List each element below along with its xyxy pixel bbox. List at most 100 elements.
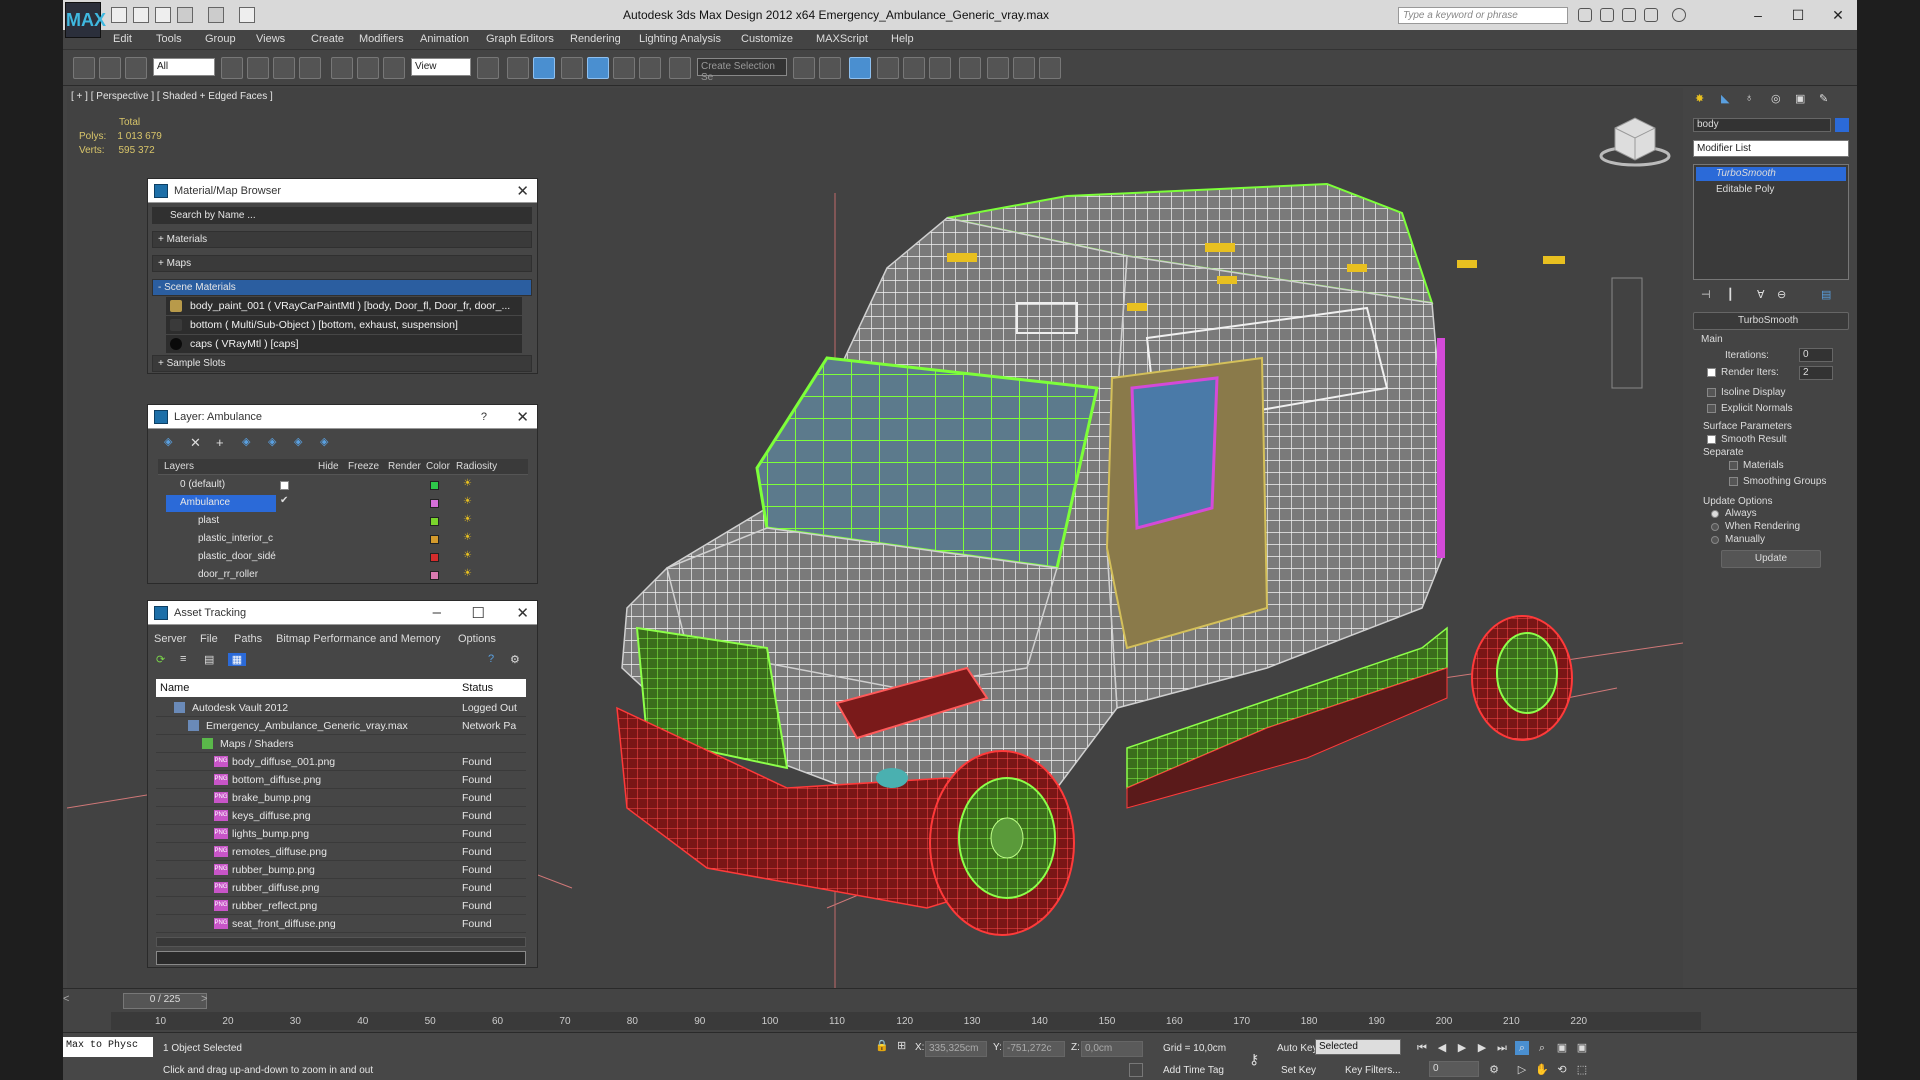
mirror-icon[interactable] bbox=[793, 57, 815, 79]
col-hide[interactable]: Hide bbox=[318, 461, 339, 472]
modifier-list-dropdown[interactable]: Modifier List bbox=[1693, 140, 1849, 157]
curve-editor-icon[interactable] bbox=[903, 57, 925, 79]
add-to-layer-icon[interactable]: + bbox=[216, 435, 224, 450]
prev-frame-arrow-icon[interactable]: < bbox=[63, 993, 77, 1005]
go-to-start-icon[interactable]: ⏮ bbox=[1415, 1041, 1429, 1055]
search-input[interactable]: Type a keyword or phrase bbox=[1398, 7, 1568, 24]
object-color-swatch[interactable] bbox=[1835, 118, 1849, 132]
binoculars-icon[interactable] bbox=[1578, 8, 1592, 22]
selection-filter-dropdown[interactable]: All bbox=[153, 58, 215, 76]
asset-row[interactable]: PNG body_diffuse_001.png Found bbox=[156, 753, 526, 771]
highlight-layer-icon[interactable]: ◈ bbox=[268, 435, 276, 448]
group-maps[interactable]: + Maps bbox=[152, 255, 532, 272]
current-frame-field[interactable]: 0 bbox=[1429, 1061, 1479, 1077]
open-icon[interactable] bbox=[133, 7, 149, 23]
asset-row[interactable]: PNG rubber_reflect.png Found bbox=[156, 897, 526, 915]
key-filters-button[interactable]: Key Filters... bbox=[1345, 1065, 1401, 1076]
y-coordinate-field[interactable]: -751,272c bbox=[1003, 1041, 1065, 1057]
material-row-caps[interactable]: caps ( VRayMtl ) [caps] bbox=[166, 335, 522, 353]
key-mode-dropdown[interactable]: Selected bbox=[1315, 1039, 1401, 1055]
asset-row[interactable]: PNG seat_front_diffuse.png Found bbox=[156, 915, 526, 933]
time-slider[interactable]: < 0 / 225 > bbox=[63, 988, 1857, 1014]
keyboard-shortcut-override-icon[interactable] bbox=[533, 57, 555, 79]
at-menu-paths[interactable]: Paths bbox=[234, 633, 262, 645]
communication-icon[interactable] bbox=[1622, 8, 1636, 22]
menu-views[interactable]: Views bbox=[256, 33, 285, 45]
percent-snap-icon[interactable] bbox=[613, 57, 635, 79]
col-color[interactable]: Color bbox=[426, 461, 450, 472]
motion-tab-icon[interactable]: ◎ bbox=[1771, 92, 1781, 105]
radiosity-icon[interactable]: ☀ bbox=[463, 568, 472, 579]
favorites-star-icon[interactable] bbox=[1644, 8, 1658, 22]
window-crossing-icon[interactable] bbox=[299, 57, 321, 79]
layer-row[interactable]: plast ☀ bbox=[158, 513, 472, 531]
object-name-field[interactable]: body bbox=[1693, 118, 1831, 132]
asset-row[interactable]: PNG remotes_diffuse.png Found bbox=[156, 843, 526, 861]
col-name[interactable]: Name bbox=[160, 682, 189, 694]
add-time-tag-icon[interactable] bbox=[1129, 1063, 1143, 1077]
key-icon[interactable]: ⚷ bbox=[1249, 1051, 1259, 1068]
menu-edit[interactable]: Edit bbox=[113, 33, 132, 45]
radiosity-icon[interactable]: ☀ bbox=[463, 478, 472, 489]
angle-snap-icon[interactable] bbox=[587, 57, 609, 79]
isoline-display-checkbox[interactable] bbox=[1707, 388, 1716, 397]
at-menu-file[interactable]: File bbox=[200, 633, 218, 645]
layer-color-swatch[interactable] bbox=[430, 499, 439, 508]
hierarchy-tab-icon[interactable]: ♁ bbox=[1745, 92, 1753, 104]
render-iters-spinner[interactable]: 2 bbox=[1799, 366, 1833, 380]
close-button[interactable]: ✕ bbox=[1823, 4, 1853, 26]
time-configuration-icon[interactable]: ⚙ bbox=[1487, 1063, 1501, 1077]
zoom-all-icon[interactable]: ⌕ bbox=[1535, 1041, 1549, 1055]
absolute-mode-icon[interactable]: ⊞ bbox=[897, 1039, 906, 1052]
radiosity-icon[interactable]: ☀ bbox=[463, 496, 472, 507]
menu-lighting-analysis[interactable]: Lighting Analysis bbox=[639, 33, 721, 45]
unlink-selection-icon[interactable] bbox=[99, 57, 121, 79]
at-menu-bitmap-performance[interactable]: Bitmap Performance and Memory bbox=[276, 633, 440, 645]
modify-tab-icon[interactable]: ◣ bbox=[1721, 92, 1729, 105]
edit-named-selection-icon[interactable] bbox=[669, 57, 691, 79]
lock-selection-icon[interactable]: 🔒 bbox=[875, 1039, 889, 1052]
layer-color-swatch[interactable] bbox=[430, 517, 439, 526]
render-production-icon[interactable] bbox=[1039, 57, 1061, 79]
selection-region-icon[interactable] bbox=[273, 57, 295, 79]
select-layer-objects-icon[interactable]: ◈ bbox=[242, 435, 250, 448]
asset-row[interactable]: PNG brake_bump.png Found bbox=[156, 789, 526, 807]
menu-create[interactable]: Create bbox=[311, 33, 344, 45]
asset-row[interactable]: Maps / Shaders bbox=[156, 735, 526, 753]
select-and-move-icon[interactable] bbox=[331, 57, 353, 79]
play-icon[interactable]: ▶ bbox=[1455, 1041, 1469, 1055]
col-render[interactable]: Render bbox=[388, 461, 421, 472]
bind-space-warp-icon[interactable] bbox=[125, 57, 147, 79]
asset-row[interactable]: PNG bottom_diffuse.png Found bbox=[156, 771, 526, 789]
asset-row[interactable]: Emergency_Ambulance_Generic_vray.max Netw… bbox=[156, 717, 526, 735]
save-icon[interactable] bbox=[155, 7, 171, 23]
group-sample-slots[interactable]: + Sample Slots bbox=[152, 355, 532, 372]
subscription-icon[interactable] bbox=[1600, 8, 1614, 22]
group-materials[interactable]: + Materials bbox=[152, 231, 532, 248]
delete-layer-icon[interactable]: ✕ bbox=[190, 435, 201, 451]
update-button[interactable]: Update bbox=[1721, 550, 1821, 568]
current-layer-checkbox[interactable] bbox=[280, 481, 289, 490]
track-bar[interactable]: 10 20 30 40 50 60 70 80 90 100 110 120 130 140 150 160 1… bbox=[111, 1012, 1701, 1030]
menu-help[interactable]: Help bbox=[891, 33, 914, 45]
select-and-link-icon[interactable] bbox=[73, 57, 95, 79]
when-rendering-radio[interactable] bbox=[1711, 523, 1719, 531]
add-time-tag-button[interactable]: Add Time Tag bbox=[1163, 1065, 1224, 1076]
layer-manager-icon[interactable] bbox=[849, 57, 871, 79]
create-layer-icon[interactable]: ◈ bbox=[164, 435, 172, 448]
materials-checkbox[interactable] bbox=[1729, 461, 1738, 470]
refresh-icon[interactable]: ⟳ bbox=[156, 653, 165, 666]
hide-all-layers-icon[interactable]: ◈ bbox=[294, 435, 302, 448]
stack-item-turbosmooth[interactable]: TurboSmooth bbox=[1696, 167, 1846, 181]
select-and-manipulate-icon[interactable] bbox=[507, 57, 529, 79]
tree-view-icon[interactable]: ▤ bbox=[204, 653, 214, 666]
asset-tracking-header[interactable]: Asset Tracking – ☐ ✕ bbox=[148, 601, 537, 625]
new-icon[interactable] bbox=[111, 7, 127, 23]
smoothing-groups-checkbox[interactable] bbox=[1729, 477, 1738, 486]
pin-stack-icon[interactable]: ⊣ bbox=[1701, 288, 1711, 301]
radiosity-icon[interactable]: ☀ bbox=[463, 532, 472, 543]
next-frame-icon[interactable]: ▶ bbox=[1475, 1041, 1489, 1055]
material-row-body-paint[interactable]: body_paint_001 ( VRayCarPaintMtl ) [body… bbox=[166, 297, 522, 315]
horizontal-scrollbar[interactable] bbox=[156, 937, 526, 947]
project-folder-icon[interactable] bbox=[239, 7, 255, 23]
